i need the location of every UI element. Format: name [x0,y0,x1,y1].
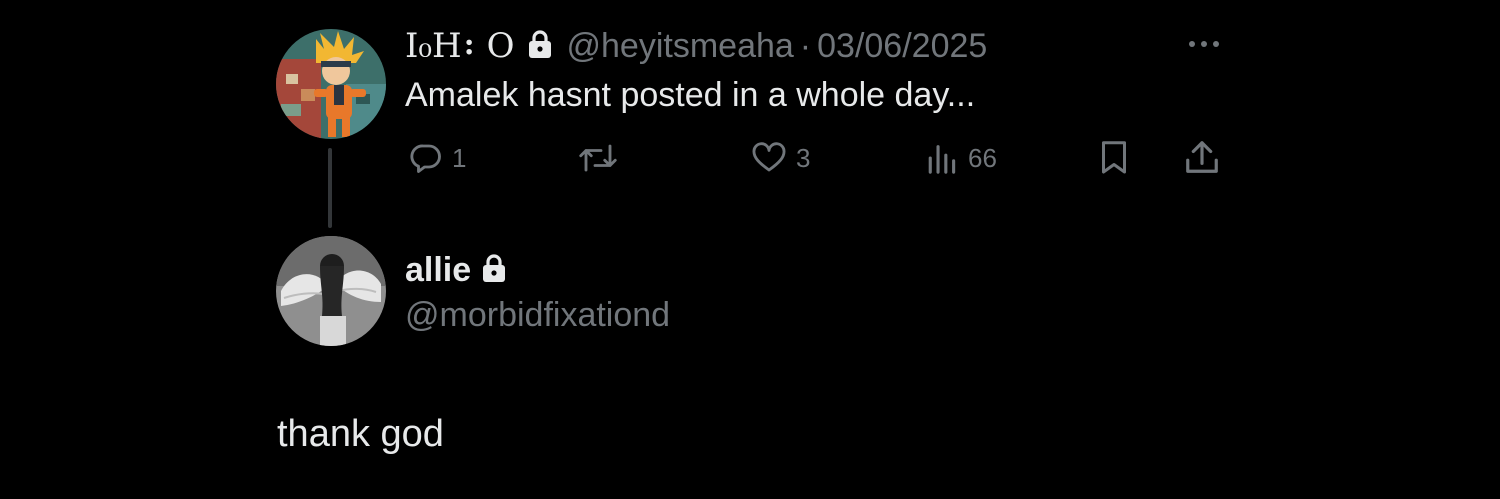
share-button[interactable] [1183,138,1221,176]
anime-character-avatar-icon [276,29,386,139]
views-count: 66 [968,142,997,173]
more-horizontal-icon [1189,41,1219,47]
tweet-author-avatar[interactable] [276,29,386,139]
tweet-display-name[interactable]: I₀H⠆O [405,26,515,66]
tweet-header: I₀H⠆O @heyitsmeaha · 03/06/2025 [405,26,987,66]
protected-lock-icon [481,253,507,288]
tweet-handle[interactable]: @heyitsmeaha [567,27,794,66]
more-options-button[interactable] [1186,32,1222,61]
bookmark-icon [1102,141,1126,174]
retweet-button[interactable] [578,140,626,176]
like-count: 3 [796,142,811,173]
angel-wings-person-avatar-icon [276,236,386,346]
reply-icon [410,144,441,173]
heart-icon [752,142,786,172]
reply-button[interactable]: 1 [408,140,466,176]
protected-lock-icon [527,29,553,64]
reply-author-display-name[interactable]: allie [405,251,471,290]
like-button[interactable]: 3 [750,140,810,176]
tweet-text: Amalek hasnt posted in a whole day... [405,76,976,114]
reply-author-avatar[interactable] [276,236,386,346]
reply-text: thank god [277,413,444,455]
thread-connector-line [328,148,332,228]
share-upload-icon [1186,141,1218,173]
views-button[interactable]: 66 [926,140,997,176]
reply-author-header: allie [405,250,521,290]
reply-count: 1 [452,142,467,173]
bookmark-button[interactable] [1096,138,1132,176]
tweet-date[interactable]: 03/06/2025 [817,27,987,66]
retweet-icon [579,144,617,172]
reply-author-handle[interactable]: @morbidfixationd [405,296,670,335]
separator-dot: · [799,26,812,65]
analytics-bars-icon [928,145,956,174]
